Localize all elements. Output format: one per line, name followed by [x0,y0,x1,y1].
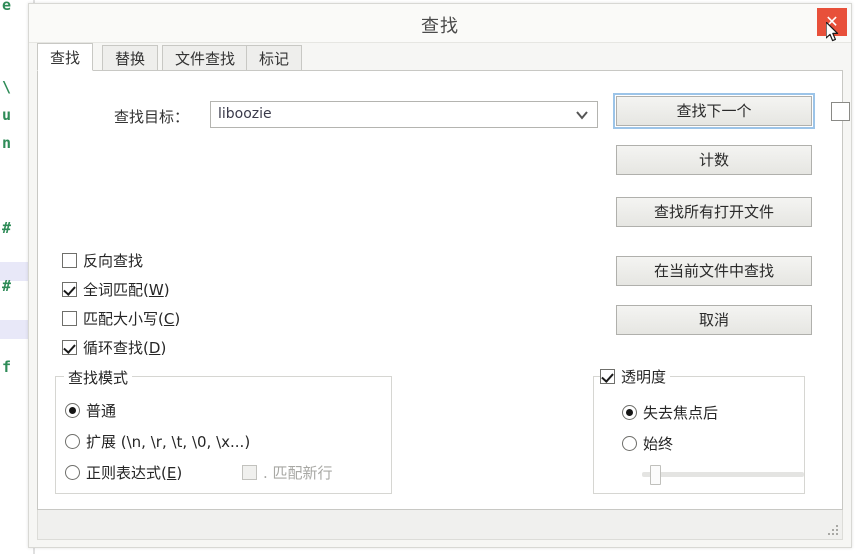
dot-matches-newline-checkbox[interactable]: . 匹配新行 [242,462,333,483]
editor-code-line: n [2,134,12,152]
transparency-always-radio[interactable]: 始终 [622,433,673,454]
editor-code-line: # [2,277,12,295]
search-mode-group: 查找模式 普通 扩展 (\n, \r, \t, \0, \x...) 正则表达式… [55,367,392,494]
match-whole-word-label: 全词匹配(W) [83,281,170,299]
radio-dot [65,434,80,449]
search-mode-title: 查找模式 [64,367,133,388]
find-next-button[interactable]: 查找下一个 [613,93,815,129]
search-mode-normal-radio[interactable]: 普通 [65,400,116,421]
tab-replace[interactable]: 替换 [102,45,159,71]
tab-find[interactable]: 查找 [37,43,94,71]
radio-dot [622,436,637,451]
find-dialog: 查找 ✕ 查找 替换 文件查找 标记 查找目标： liboozie 查找下一个 … [28,3,852,548]
find-what-label: 查找目标： [114,108,190,126]
editor-code-line: f [2,358,12,376]
slider-track [642,472,804,477]
find-panel: 查找目标： liboozie 查找下一个 计数 查找所有打开文件 在当前文件中查… [37,70,850,510]
transparency-slider[interactable] [642,465,804,485]
backward-direction-checkbox[interactable]: 反向查找 [62,250,143,271]
dot-matches-newline-label: . 匹配新行 [263,464,333,482]
search-mode-extended-label: 扩展 (\n, \r, \t, \0, \x...) [86,433,251,451]
dialog-title: 查找 [421,16,459,37]
find-all-in-all-opened-documents-button[interactable]: 查找所有打开文件 [616,197,812,227]
wrap-around-label: 循环查找(D) [83,339,167,357]
find-what-value: liboozie [218,106,272,122]
search-mode-regex-radio[interactable]: 正则表达式(E) [65,462,182,483]
tab-find-in-files[interactable]: 文件查找 [162,45,249,71]
find-next-extra-checkbox[interactable] [831,102,850,121]
slider-thumb[interactable] [650,465,661,485]
editor-code-line: \ [2,78,12,96]
screen: e \ u n # # f 查找 ✕ 查找 替换 文件查找 标记 查找目标： l… [0,0,865,554]
transparency-title: 透明度 [621,368,667,386]
tab-mark[interactable]: 标记 [246,45,303,71]
close-button[interactable]: ✕ [817,8,847,36]
checkbox-box [242,465,257,480]
editor-code-line: u [2,106,12,124]
checkbox-box [62,340,77,355]
radio-dot [65,403,80,418]
tab-strip: 查找 替换 文件查找 标记 [37,43,843,71]
radio-dot [622,405,637,420]
checkbox-box [62,311,77,326]
transparency-checkbox[interactable]: 透明度 [600,366,671,387]
search-mode-extended-radio[interactable]: 扩展 (\n, \r, \t, \0, \x...) [65,431,250,452]
search-mode-normal-label: 普通 [86,402,117,420]
wrap-around-checkbox[interactable]: 循环查找(D) [62,337,166,358]
editor-code-line: e [2,0,12,14]
resize-grip-icon[interactable] [827,525,839,537]
dialog-titlebar[interactable]: 查找 ✕ [29,4,851,43]
find-what-combobox[interactable]: liboozie [210,101,598,128]
close-icon: ✕ [825,12,839,31]
transparency-on-losing-focus-radio[interactable]: 失去焦点后 [622,402,718,423]
radio-dot [65,465,80,480]
dialog-statusbar [37,510,843,540]
match-case-checkbox[interactable]: 匹配大小写(C) [62,308,180,329]
chevron-down-icon[interactable] [573,104,591,126]
transparency-on-losing-focus-label: 失去焦点后 [643,404,719,422]
checkbox-box [62,282,77,297]
find-all-in-current-document-button[interactable]: 在当前文件中查找 [616,256,812,286]
checkbox-box [600,369,615,384]
backward-direction-label: 反向查找 [83,252,144,270]
editor-code-line: # [2,219,12,237]
count-button[interactable]: 计数 [616,145,812,175]
transparency-always-label: 始终 [643,435,674,453]
transparency-group: 透明度 失去焦点后 始终 [593,366,805,494]
match-whole-word-checkbox[interactable]: 全词匹配(W) [62,279,170,300]
search-mode-regex-label: 正则表达式(E) [86,464,183,482]
match-case-label: 匹配大小写(C) [83,310,181,328]
checkbox-box [62,253,77,268]
cancel-button[interactable]: 取消 [616,305,812,335]
